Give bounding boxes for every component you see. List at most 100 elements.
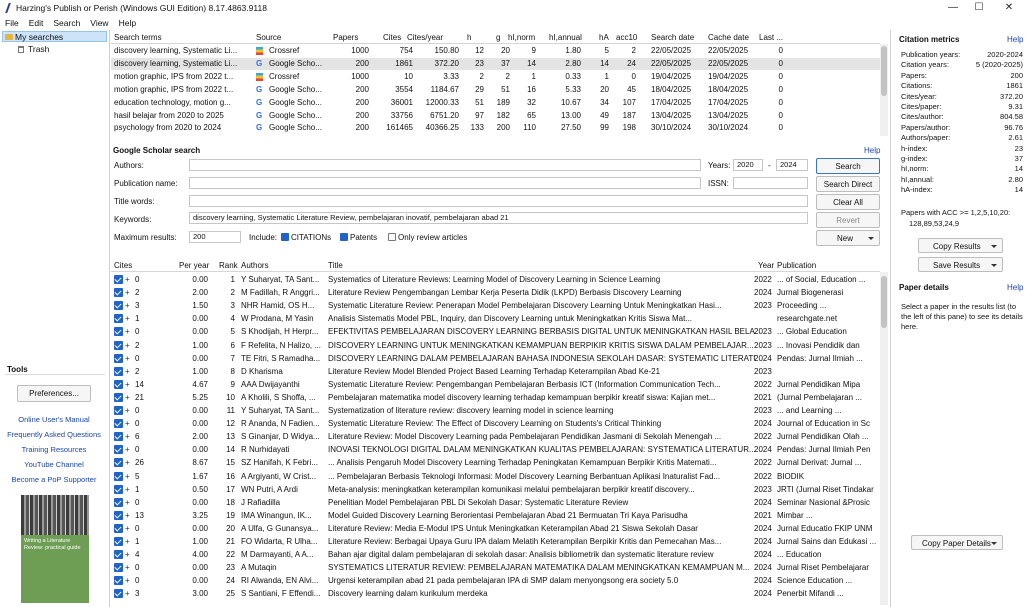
- result-checkbox[interactable]: [114, 301, 123, 311]
- result-checkbox[interactable]: [114, 353, 123, 363]
- col-hi-annual[interactable]: hI,annual: [549, 33, 582, 42]
- col-h[interactable]: h: [467, 33, 471, 42]
- save-results-button[interactable]: Save Results: [918, 257, 1003, 272]
- col-g[interactable]: g: [496, 33, 500, 42]
- result-row[interactable]: +3 1.50 3 NHR Hamid, OS H... Systematic Lite…: [111, 300, 880, 312]
- preferences-button[interactable]: Preferences...: [17, 385, 91, 402]
- result-checkbox[interactable]: [114, 406, 123, 415]
- result-row[interactable]: +14 4.67 9 AAA Dwijayanthi Systematic Litera…: [111, 379, 880, 391]
- col-title[interactable]: Title: [328, 261, 343, 270]
- results-scrollbar[interactable]: [880, 272, 888, 605]
- result-checkbox[interactable]: [114, 288, 123, 298]
- form-help-link[interactable]: Help: [864, 146, 880, 155]
- result-checkbox[interactable]: [114, 471, 123, 481]
- result-row[interactable]: +0 0.00 24 RI Alwanda, EN Alvi... Urgensi ke…: [111, 575, 880, 587]
- details-help-link[interactable]: Help: [1007, 283, 1023, 292]
- result-row[interactable]: +3 3.00 25 S Santiani, F Effendi... Discover…: [111, 588, 880, 600]
- revert-button[interactable]: Revert: [816, 212, 880, 228]
- result-row[interactable]: +0 0.00 1 Y Suharyat, TA Sant... Systematics…: [111, 274, 880, 286]
- result-row[interactable]: +6 2.00 13 S Ginanjar, D Widya... Literature…: [111, 431, 880, 443]
- search-row[interactable]: Gpsychology from 2020 to 2024 Google Scho…: [111, 122, 880, 134]
- searches-scroll-thumb[interactable]: [881, 46, 887, 96]
- year-from-input[interactable]: 2020: [733, 159, 763, 171]
- search-row[interactable]: Geducation technology, motion g... Google…: [111, 97, 880, 109]
- clear-all-button[interactable]: Clear All: [816, 194, 880, 210]
- result-row[interactable]: +0 0.00 23 A Mutaqin SYSTEMATICS LITERATUR R…: [111, 562, 880, 574]
- menu-file[interactable]: File: [5, 18, 19, 28]
- result-checkbox[interactable]: [114, 379, 123, 389]
- year-to-input[interactable]: 2024: [776, 159, 808, 171]
- tree-my-searches[interactable]: My searches: [2, 31, 107, 42]
- col-last[interactable]: Last ...: [759, 33, 783, 42]
- issn-input[interactable]: [733, 177, 808, 189]
- result-checkbox[interactable]: [114, 550, 123, 560]
- search-row[interactable]: discovery learning, Systematic Li... Cros…: [111, 45, 880, 57]
- title-words-input[interactable]: [189, 195, 808, 207]
- link-training[interactable]: Training Resources: [0, 445, 108, 454]
- result-checkbox[interactable]: [114, 510, 123, 520]
- result-row[interactable]: +21 5.25 10 A Kholili, S Shoffa, ... Pembela…: [111, 392, 880, 404]
- search-button[interactable]: Search: [816, 158, 880, 174]
- result-row[interactable]: +1 1.00 21 FO Widarta, R Ulha... Literature …: [111, 536, 880, 548]
- result-checkbox[interactable]: [114, 432, 123, 442]
- col-cache-date[interactable]: Cache date: [708, 33, 749, 42]
- result-checkbox[interactable]: [114, 537, 123, 546]
- col-rank[interactable]: Rank: [219, 261, 238, 270]
- col-acc10[interactable]: acc10: [616, 33, 637, 42]
- result-row[interactable]: +0 0.00 14 R Nurhidayati INOVASI TEKNOLOGI D…: [111, 444, 880, 456]
- copy-paper-details-button[interactable]: Copy Paper Details: [911, 535, 1003, 550]
- authors-input[interactable]: [189, 159, 701, 171]
- result-checkbox[interactable]: [114, 314, 123, 324]
- tree-trash[interactable]: Trash: [28, 44, 49, 55]
- result-row[interactable]: +13 3.25 19 IMA Winangun, IK... Model Guided…: [111, 510, 880, 522]
- result-checkbox[interactable]: [114, 445, 123, 455]
- result-row[interactable]: +2 1.00 6 F Refelita, N Halizo, ... DISCOVER…: [111, 340, 880, 352]
- menu-help[interactable]: Help: [119, 18, 136, 28]
- col-per-year[interactable]: Per year: [179, 261, 209, 270]
- minimize-icon[interactable]: —: [940, 0, 966, 16]
- result-row[interactable]: +2 2.00 2 M Fadillah, R Anggri... Literature…: [111, 287, 880, 299]
- patents-checkbox[interactable]: Patents: [340, 233, 377, 242]
- result-row[interactable]: +2 1.00 8 D Kharisma Literature Review Model…: [111, 366, 880, 378]
- link-youtube[interactable]: YouTube Channel: [0, 460, 108, 469]
- new-dropdown-button[interactable]: New: [816, 230, 880, 246]
- publication-input[interactable]: [189, 177, 701, 189]
- col-papers[interactable]: Papers: [333, 33, 358, 42]
- col-search-terms[interactable]: Search terms: [114, 33, 162, 42]
- close-icon[interactable]: ✕: [996, 0, 1022, 16]
- searches-scrollbar[interactable]: [880, 44, 888, 136]
- col-year[interactable]: Year: [758, 261, 774, 270]
- col-source[interactable]: Source: [256, 33, 281, 42]
- citations-checkbox[interactable]: CITATIONs: [281, 233, 331, 242]
- result-row[interactable]: +0 0.00 20 A Ulfa, G Gunansya... Literature …: [111, 523, 880, 535]
- result-row[interactable]: +0 0.00 18 J Rafiadilla Penelitian Model Pem…: [111, 497, 880, 509]
- menu-edit[interactable]: Edit: [29, 18, 44, 28]
- results-scroll-thumb[interactable]: [881, 276, 887, 328]
- result-row[interactable]: +0 0.00 5 S Khodijah, H Herpr... EFEKTIVITAS…: [111, 326, 880, 338]
- col-hi-norm[interactable]: hI,norm: [508, 33, 535, 42]
- result-row[interactable]: +0 0.00 7 TE Fitri, S Ramadha... DISCOVERY L…: [111, 353, 880, 365]
- result-row[interactable]: +4 4.00 22 M Darmayanti, A A... Bahan ajar d…: [111, 549, 880, 561]
- col-cites-results[interactable]: Cites: [114, 261, 132, 270]
- result-checkbox[interactable]: [114, 392, 123, 402]
- result-checkbox[interactable]: [114, 589, 123, 599]
- result-checkbox[interactable]: [114, 497, 123, 507]
- search-row[interactable]: Ghasil belajar from 2020 to 2025 Google S…: [111, 110, 880, 122]
- col-ha[interactable]: hA: [599, 33, 609, 42]
- menu-search[interactable]: Search: [53, 18, 80, 28]
- result-checkbox[interactable]: [114, 340, 123, 350]
- search-direct-button[interactable]: Search Direct: [816, 176, 880, 192]
- copy-results-button[interactable]: Copy Results: [918, 238, 1003, 253]
- col-cites-year[interactable]: Cites/year: [407, 33, 443, 42]
- result-checkbox[interactable]: [114, 419, 123, 429]
- link-online-manual[interactable]: Online User's Manual: [0, 415, 108, 424]
- col-authors[interactable]: Authors: [241, 261, 269, 270]
- result-checkbox[interactable]: [114, 275, 123, 284]
- result-checkbox[interactable]: [114, 484, 123, 494]
- col-publication[interactable]: Publication: [777, 261, 816, 270]
- result-row[interactable]: +26 8.67 15 SZ Hanifah, K Febri... ... Anali…: [111, 457, 880, 469]
- maximize-icon[interactable]: ☐: [966, 0, 992, 16]
- result-row[interactable]: +0 0.00 12 R Ananda, N Fadien... Systematic …: [111, 418, 880, 430]
- max-results-select[interactable]: 200: [189, 231, 241, 243]
- result-row[interactable]: +1 0.50 17 WN Putri, A Ardi Meta-analysis: m…: [111, 484, 880, 496]
